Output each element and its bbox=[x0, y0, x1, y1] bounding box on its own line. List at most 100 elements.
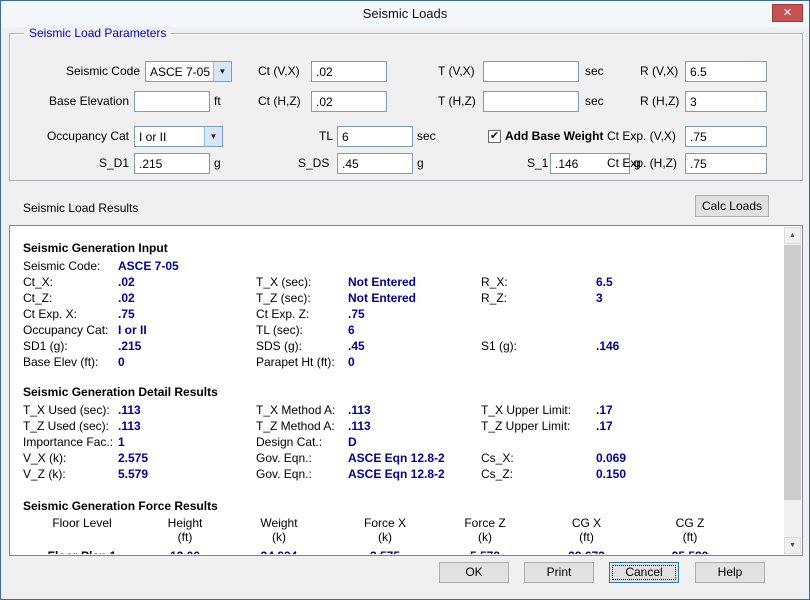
force-cell: 2.575 bbox=[329, 548, 441, 554]
force-header-cell: CG Z bbox=[644, 516, 736, 530]
force-table-header-row1: Floor LevelHeightWeightForce XForce ZCG … bbox=[11, 516, 784, 530]
result-label: T_Z Upper Limit: bbox=[481, 418, 596, 434]
tl-label: TL bbox=[319, 126, 333, 147]
close-icon: ✕ bbox=[783, 7, 792, 19]
calc-loads-button[interactable]: Calc Loads bbox=[695, 195, 769, 217]
sd1-input[interactable] bbox=[134, 153, 210, 174]
chevron-down-icon[interactable]: ▼ bbox=[213, 62, 231, 81]
result-label bbox=[481, 434, 596, 450]
result-label: SDS (g): bbox=[256, 338, 348, 354]
seismic-load-results-label: Seismic Load Results bbox=[23, 201, 138, 215]
result-label: Ct_Z: bbox=[23, 290, 118, 306]
force-cell: 12.00 bbox=[141, 548, 229, 554]
ct-vx-label: Ct (V,X) bbox=[258, 61, 300, 82]
result-value: .17 bbox=[596, 418, 784, 434]
force-heading: Seismic Generation Force Results bbox=[23, 498, 784, 514]
result-label: Ct_X: bbox=[23, 274, 118, 290]
results-scrollbar[interactable]: ▲ ▼ bbox=[784, 227, 801, 554]
result-value: 0.069 bbox=[596, 450, 784, 466]
result-value bbox=[596, 322, 784, 338]
result-value: ASCE Eqn 12.8-2 bbox=[348, 450, 481, 466]
result-value: 0 bbox=[118, 354, 256, 370]
result-row: Seismic Code:ASCE 7-05 bbox=[11, 258, 784, 274]
result-value: .113 bbox=[348, 418, 481, 434]
result-value: 0 bbox=[348, 354, 481, 370]
scroll-up-icon[interactable]: ▲ bbox=[784, 227, 801, 244]
result-row: Ct_X:.02T_X (sec):Not EnteredR_X:6.5 bbox=[11, 274, 784, 290]
result-row: T_Z Used (sec):.113T_Z Method A:.113T_Z … bbox=[11, 418, 784, 434]
result-value: Not Entered bbox=[348, 274, 481, 290]
results-panel: Seismic Generation Input Seismic Code:AS… bbox=[9, 225, 803, 556]
result-label: TL (sec): bbox=[256, 322, 348, 338]
occupancy-cat-value: I or II bbox=[139, 130, 166, 144]
result-label: Occupancy Cat: bbox=[23, 322, 118, 338]
result-value bbox=[596, 434, 784, 450]
result-row: Occupancy Cat:I or IITL (sec):6 bbox=[11, 322, 784, 338]
tl-input[interactable] bbox=[337, 126, 413, 147]
result-label: V_X (k): bbox=[23, 450, 118, 466]
result-label: Cs_Z: bbox=[481, 466, 596, 482]
result-label bbox=[481, 258, 596, 274]
result-value: .113 bbox=[118, 402, 256, 418]
result-label: R_Z: bbox=[481, 290, 596, 306]
result-value: 2.575 bbox=[118, 450, 256, 466]
ct-exp-hz-input[interactable] bbox=[685, 153, 767, 174]
result-label: T_X Used (sec): bbox=[23, 402, 118, 418]
result-label: T_Z Method A: bbox=[256, 418, 348, 434]
result-label bbox=[481, 354, 596, 370]
t-vx-unit: sec bbox=[585, 61, 604, 82]
title-bar: Seismic Loads ✕ bbox=[1, 1, 809, 27]
t-hz-label: T (H,Z) bbox=[438, 91, 476, 112]
ct-exp-vx-input[interactable] bbox=[685, 126, 767, 147]
t-hz-input[interactable] bbox=[483, 91, 579, 112]
force-cell: 34.994 bbox=[229, 548, 329, 554]
r-hz-input[interactable] bbox=[685, 91, 767, 112]
base-elevation-label: Base Elevation bbox=[21, 91, 129, 112]
add-base-weight-checkbox[interactable]: ✔ bbox=[488, 130, 501, 143]
result-value: .146 bbox=[596, 338, 784, 354]
print-button[interactable]: Print bbox=[524, 562, 594, 583]
help-button[interactable]: Help bbox=[695, 562, 765, 583]
ct-hz-input[interactable] bbox=[311, 91, 387, 112]
result-label: Importance Fac.: bbox=[23, 434, 118, 450]
t-vx-input[interactable] bbox=[483, 61, 579, 82]
force-header-cell: CG X bbox=[529, 516, 644, 530]
sd1-label: S_D1 bbox=[21, 153, 129, 174]
force-header-unit: (ft) bbox=[529, 530, 644, 544]
ct-exp-vx-label: Ct Exp. (V,X) bbox=[607, 126, 676, 147]
force-table-row: Floor Plan 112.0034.9942.5755.57929.6722… bbox=[11, 548, 784, 554]
scrollbar-thumb[interactable] bbox=[784, 245, 801, 500]
result-label bbox=[481, 322, 596, 338]
result-value: .113 bbox=[118, 418, 256, 434]
check-icon: ✔ bbox=[490, 130, 499, 142]
result-value: .17 bbox=[596, 402, 784, 418]
tl-unit: sec bbox=[417, 126, 436, 147]
result-label: T_Z (sec): bbox=[256, 290, 348, 306]
result-value: .02 bbox=[118, 274, 256, 290]
result-label: Ct Exp. X: bbox=[23, 306, 118, 322]
result-value bbox=[596, 258, 784, 274]
sds-input[interactable] bbox=[337, 153, 413, 174]
force-header-cell: Force Z bbox=[441, 516, 529, 530]
chevron-down-icon[interactable]: ▼ bbox=[204, 127, 222, 146]
occupancy-cat-select[interactable]: I or II ▼ bbox=[134, 126, 223, 147]
result-label: Seismic Code: bbox=[23, 258, 118, 274]
result-value bbox=[596, 354, 784, 370]
result-label: Ct Exp. Z: bbox=[256, 306, 348, 322]
force-header-cell: Weight bbox=[229, 516, 329, 530]
result-label: Gov. Eqn.: bbox=[256, 450, 348, 466]
result-value bbox=[596, 306, 784, 322]
seismic-code-label: Seismic Code bbox=[21, 61, 140, 82]
close-button[interactable]: ✕ bbox=[772, 4, 803, 22]
result-value: .215 bbox=[118, 338, 256, 354]
seismic-code-select[interactable]: ASCE 7-05 ▼ bbox=[145, 61, 232, 82]
cancel-button[interactable]: Cancel bbox=[609, 562, 679, 583]
scroll-down-icon[interactable]: ▼ bbox=[784, 537, 801, 554]
seismic-code-value: ASCE 7-05 bbox=[150, 65, 210, 79]
result-value: ASCE Eqn 12.8-2 bbox=[348, 466, 481, 482]
result-value: 5.579 bbox=[118, 466, 256, 482]
ok-button[interactable]: OK bbox=[439, 562, 509, 583]
base-elevation-input[interactable] bbox=[134, 91, 210, 112]
ct-vx-input[interactable] bbox=[311, 61, 387, 82]
r-vx-input[interactable] bbox=[685, 61, 767, 82]
